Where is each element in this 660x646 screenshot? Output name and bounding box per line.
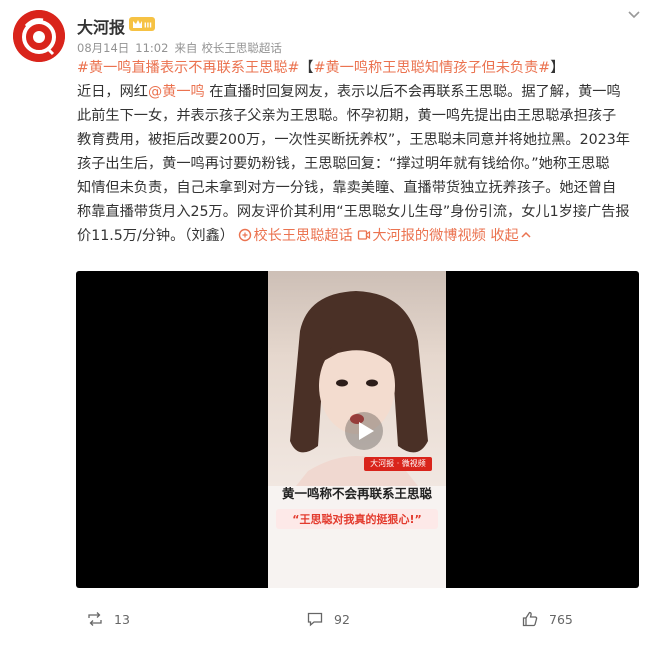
level-badge-text: III xyxy=(144,22,152,30)
comment-count: 92 xyxy=(334,611,350,627)
topic-link-2[interactable]: #黄一鸣称王思聪知情孩子但未负责# xyxy=(314,60,551,76)
like-count: 765 xyxy=(549,611,573,627)
comment-icon xyxy=(307,612,323,627)
like-button[interactable]: 765 xyxy=(521,610,573,628)
action-bar: 13 92 765 xyxy=(0,600,660,640)
text-line-1: #黄一鸣直播表示不再联系王思聪#【#黄一鸣称王思聪知情孩子但未负责#】 xyxy=(77,56,637,80)
text-line-4: 教育费用，被拒后改要200万，一次性买断抚养权”，王思聪未同意并将她拉黑。202… xyxy=(77,132,630,148)
post-date[interactable]: 08月14日 xyxy=(77,41,129,55)
text-line-8: 价11.5万/分钟。（刘鑫） 校长王思聪超话 大河报的微博视频 收起 xyxy=(77,224,637,248)
thumbs-up-icon xyxy=(522,611,538,627)
source-link[interactable]: 校长王思聪超话 xyxy=(201,41,282,55)
post-time[interactable]: 11:02 xyxy=(135,41,168,55)
source-prefix: 来自 xyxy=(174,41,198,55)
text-line-5: 孩子出生后，黄一鸣再讨要奶粉钱，王思聪回复：“撑过明年就有钱给你。”她称王思聪 xyxy=(77,156,610,172)
author-name[interactable]: 大河报 xyxy=(77,14,125,38)
video-icon xyxy=(357,228,371,242)
video-thumbnail-person xyxy=(268,271,446,486)
chevron-up-icon xyxy=(519,228,533,242)
repost-icon xyxy=(88,612,102,626)
video-caption-sub: “王思聪对我真的挺狠心!” xyxy=(276,509,438,529)
post-meta: 08月14日 11:02 来自 校长王思聪超话 xyxy=(77,40,288,56)
weibo-post-card: 大河报 III 08月14日 11:02 来自 校长王思聪超话 #黄一鸣直播表示不再联… xyxy=(0,0,660,646)
member-crown-icon[interactable]: III xyxy=(129,16,155,32)
supertopic-icon xyxy=(238,228,252,242)
text-line-2: 近日，网红@黄一鸣 在直播时回复网友，表示以后不会再联系王思聪。据了解，黄一鸣 xyxy=(77,84,621,100)
text-line-6: 知情但未负责，自己未拿到对方一分钱，靠卖美瞳、直播带货独立抚养孩子。她还曾自 xyxy=(77,180,617,196)
topic-link-1[interactable]: #黄一鸣直播表示不再联系王思聪# xyxy=(77,60,299,76)
collapse-link[interactable]: 收起 xyxy=(490,228,533,244)
mention-link[interactable]: @黄一鸣 xyxy=(148,84,205,100)
bracket-open: 【 xyxy=(299,60,314,76)
text-line-7: 称靠直播带货月入25万。网友评价其利用“王思聪女儿生母”身份引流，女儿1岁接广告… xyxy=(77,204,630,220)
comment-button[interactable]: 92 xyxy=(306,610,350,628)
avatar[interactable] xyxy=(13,10,65,62)
video-link[interactable]: 大河报的微博视频 xyxy=(357,228,486,244)
supertopic-link[interactable]: 校长王思聪超话 xyxy=(238,228,353,244)
video-caption-main: 黄一鸣称不会再联系王思聪 xyxy=(281,486,432,501)
repost-button[interactable]: 13 xyxy=(86,610,130,628)
repost-count: 13 xyxy=(114,611,130,627)
text-line-3: 此前生下一女，并表示孩子父亲为王思聪。怀孕初期，黄一鸣先提出由王思聪承担孩子 xyxy=(77,108,617,124)
chevron-down-icon[interactable] xyxy=(626,6,642,22)
video-watermark-tag: 大河报 · 微视频 xyxy=(364,457,432,471)
post-text: #黄一鸣直播表示不再联系王思聪#【#黄一鸣称王思聪知情孩子但未负责#】 近日，网… xyxy=(77,56,637,248)
bracket-close: 】 xyxy=(550,60,565,76)
video-player[interactable]: 大河报 · 微视频 黄一鸣称不会再联系王思聪 “王思聪对我真的挺狠心!” xyxy=(76,271,639,588)
play-icon[interactable] xyxy=(344,411,384,451)
